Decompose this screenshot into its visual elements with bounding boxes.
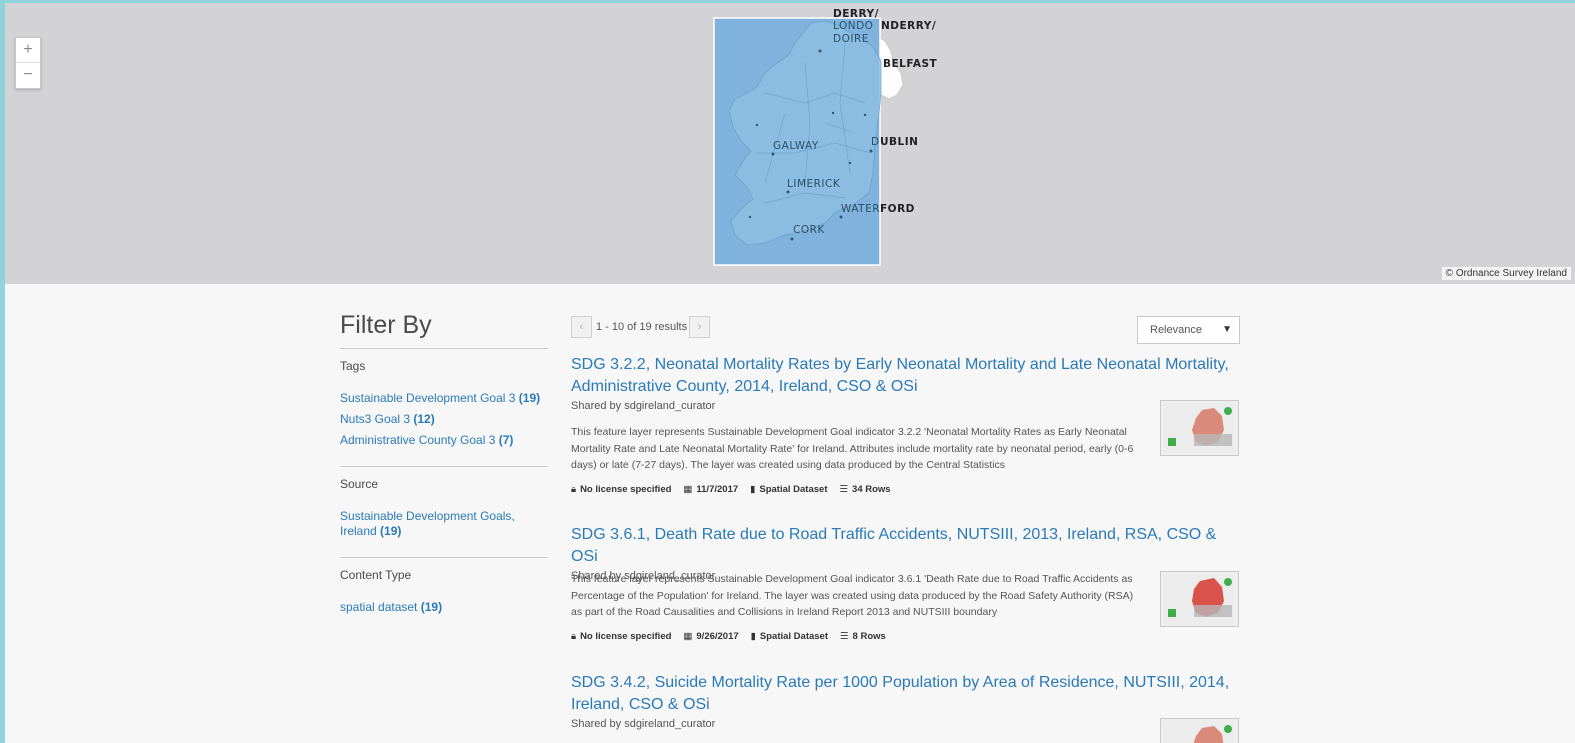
map-attribution: © Ordnance Survey Ireland xyxy=(1441,267,1571,280)
filter-group-source: Source Sustainable Development Goals, Ir… xyxy=(340,467,548,558)
sort-selected-value: Relevance xyxy=(1150,324,1202,336)
city-label-galway: GALWAY xyxy=(773,140,819,152)
city-label-londonderry-part2: NDERRY/ xyxy=(881,20,937,32)
filter-item-count: (7) xyxy=(498,433,514,447)
city-label-doire: DOIRE xyxy=(833,33,869,45)
city-label-dublin-part1: D xyxy=(871,136,880,148)
zoom-out-button[interactable]: − xyxy=(16,63,40,88)
result-shared-by: Shared by sdgireland_curator xyxy=(571,718,716,730)
filter-title: Filter By xyxy=(340,311,548,349)
filter-item-label: Nuts3 Goal 3 xyxy=(340,412,411,426)
filter-item-admin-county-goal3[interactable]: Administrative County Goal 3 (7) xyxy=(340,433,548,448)
filter-group-tags: Tags Sustainable Development Goal 3 (19)… xyxy=(340,349,548,467)
result-thumbnail[interactable] xyxy=(1160,718,1239,743)
file-icon: ▮ xyxy=(750,631,756,642)
filter-item-spatial-dataset[interactable]: spatial dataset (19) xyxy=(340,600,548,615)
city-label-waterford-part1: WATER xyxy=(841,203,881,215)
city-label-cork: CORK xyxy=(793,224,825,236)
meta-rows-text: 34 Rows xyxy=(852,484,891,495)
filter-item-count: (19) xyxy=(380,524,402,538)
chevron-down-icon: ▼ xyxy=(1222,324,1232,335)
zoom-in-button[interactable]: + xyxy=(16,38,40,63)
filter-item-count: (12) xyxy=(413,412,435,426)
result-thumbnail[interactable] xyxy=(1160,400,1239,456)
prev-page-button[interactable]: ‹ xyxy=(571,315,592,338)
filter-group-heading: Content Type xyxy=(340,568,412,582)
filter-group-heading: Tags xyxy=(340,359,366,373)
meta-license: 🔒︎ No license specified xyxy=(571,484,671,495)
filter-item-count: (19) xyxy=(518,391,541,405)
result-thumbnail[interactable] xyxy=(1160,571,1239,627)
result-shared-by: Shared by sdgireland_curator xyxy=(571,400,716,412)
results-count: 1 - 10 of 19 results xyxy=(596,320,688,333)
result-title-link[interactable]: SDG 3.2.2, Neonatal Mortality Rates by E… xyxy=(571,354,1241,398)
filter-item-sdg3[interactable]: Sustainable Development Goal 3 (19) xyxy=(340,391,548,406)
filter-sidebar: Filter By Tags Sustainable Development G… xyxy=(340,311,548,633)
filter-item-nuts3-goal3[interactable]: Nuts3 Goal 3 (12) xyxy=(340,412,548,427)
meta-date: ▦ 11/7/2017 xyxy=(683,484,738,495)
thumbnail-map-image xyxy=(1164,575,1235,623)
city-label-londonderry-part1: LONDO xyxy=(833,20,874,32)
meta-type: ▮ Spatial Dataset xyxy=(751,631,828,642)
calendar-icon: ▦ xyxy=(683,484,693,495)
result-description: This feature layer represents Sustainabl… xyxy=(571,426,1134,471)
result-title-link[interactable]: SDG 3.6.1, Death Rate due to Road Traffi… xyxy=(571,524,1241,568)
filter-group-content-type: Content Type spatial dataset (19) xyxy=(340,558,548,633)
meta-rows-text: 8 Rows xyxy=(852,631,886,642)
thumbnail-map-image xyxy=(1164,404,1235,452)
meta-type-text: Spatial Dataset xyxy=(759,631,829,642)
meta-date: ▦ 9/26/2017 xyxy=(683,631,738,642)
meta-date-text: 9/26/2017 xyxy=(696,631,739,642)
result-title-link[interactable]: SDG 3.4.2, Suicide Mortality Rate per 10… xyxy=(571,672,1241,716)
result-meta: 🔒︎ No license specified ▦ 11/7/2017 ▮ Spati… xyxy=(571,484,891,495)
list-icon: ☰ xyxy=(840,631,849,642)
city-label-limerick: LIMERICK xyxy=(787,178,841,190)
city-label-belfast: BELFAST xyxy=(883,58,938,70)
list-icon: ☰ xyxy=(839,484,849,495)
meta-rows: ☰ 34 Rows xyxy=(840,484,891,495)
city-label-waterford-part2: FORD xyxy=(880,203,915,215)
lock-icon: 🔒︎ xyxy=(571,631,577,642)
meta-license: 🔒︎ No license specified xyxy=(571,631,671,642)
lock-icon: 🔒︎ xyxy=(571,484,577,495)
filter-item-label: Sustainable Development Goals, Ireland xyxy=(340,509,515,538)
filter-item-sdg-ireland[interactable]: Sustainable Development Goals, Ireland (… xyxy=(340,509,548,539)
pagination: ‹ 1 - 10 of 19 results › xyxy=(571,315,711,338)
result-meta: 🔒︎ No license specified ▦ 9/26/2017 ▮ Spati… xyxy=(571,631,886,642)
sort-select[interactable]: Relevance ▼ xyxy=(1137,316,1240,344)
calendar-icon: ▦ xyxy=(683,631,693,642)
city-label-derry: DERRY/ xyxy=(833,8,879,20)
zoom-control: + − xyxy=(15,37,41,89)
result-item: SDG 3.6.1, Death Rate due to Road Traffi… xyxy=(571,524,1241,654)
meta-type-text: Spatial Dataset xyxy=(759,484,828,495)
result-description: This feature layer represents Sustainabl… xyxy=(571,573,1134,618)
meta-date-text: 11/7/2017 xyxy=(696,484,739,495)
result-item: SDG 3.4.2, Suicide Mortality Rate per 10… xyxy=(571,672,1241,743)
next-page-button[interactable]: › xyxy=(689,315,711,338)
map-view[interactable]: DERRY/ LONDO NDERRY/ DOIRE BELFAST GALWA… xyxy=(5,3,1575,284)
filter-group-heading: Source xyxy=(340,477,379,491)
city-label-dublin-part2: UBLIN xyxy=(880,136,919,148)
meta-license-text: No license specified xyxy=(580,631,672,642)
thumbnail-map-image xyxy=(1164,722,1235,743)
result-item: SDG 3.2.2, Neonatal Mortality Rates by E… xyxy=(571,354,1241,504)
filter-item-count: (19) xyxy=(420,600,443,614)
meta-type: ▮ Spatial Dataset xyxy=(750,484,827,495)
meta-license-text: No license specified xyxy=(580,484,672,495)
filter-item-label: spatial dataset xyxy=(340,600,418,614)
filter-item-label: Sustainable Development Goal 3 xyxy=(340,391,516,405)
meta-rows: ☰ 8 Rows xyxy=(840,631,886,642)
file-icon: ▮ xyxy=(750,484,756,495)
app-frame: DERRY/ LONDO NDERRY/ DOIRE BELFAST GALWA… xyxy=(5,3,1575,743)
filter-item-label: Administrative County Goal 3 xyxy=(340,433,496,447)
